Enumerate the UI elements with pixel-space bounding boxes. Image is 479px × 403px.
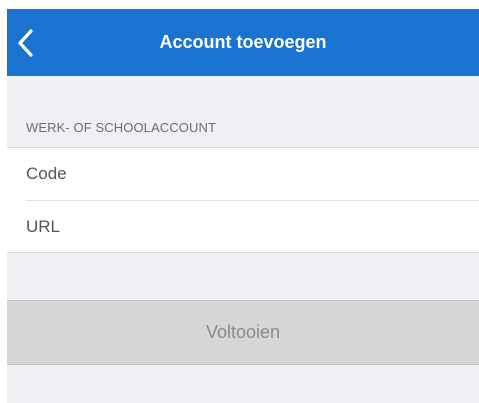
- code-input[interactable]: [26, 148, 466, 200]
- done-button[interactable]: Voltooien: [7, 300, 479, 365]
- account-form: [7, 147, 479, 253]
- add-account-screen: Account toevoegen WERK- OF SCHOOLACCOUNT…: [7, 9, 479, 403]
- page-title: Account toevoegen: [159, 32, 327, 52]
- section-header: WERK- OF SCHOOLACCOUNT: [26, 120, 216, 135]
- chevron-left-icon: [18, 29, 33, 57]
- back-button[interactable]: [13, 27, 41, 59]
- url-row: [7, 201, 479, 253]
- navigation-bar: Account toevoegen: [7, 9, 479, 76]
- url-input[interactable]: [26, 201, 466, 253]
- code-row: [7, 148, 479, 200]
